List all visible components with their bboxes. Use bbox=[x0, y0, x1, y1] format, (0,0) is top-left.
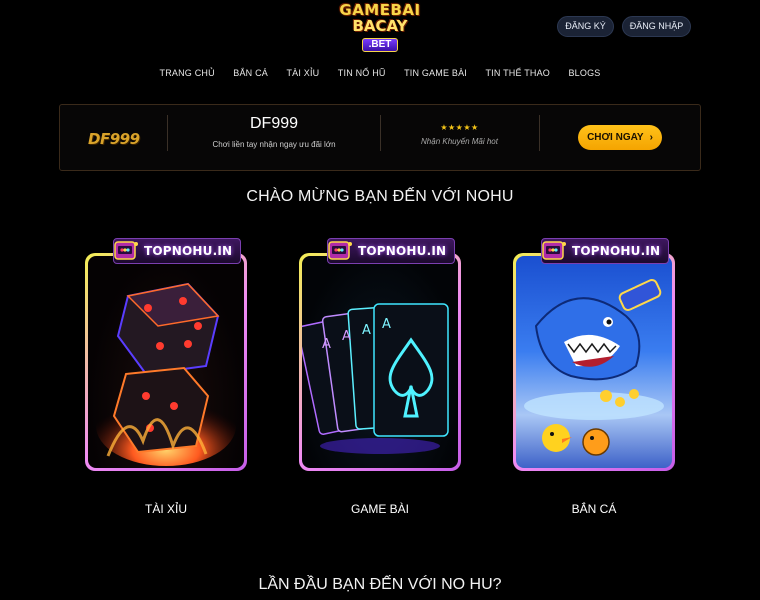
banner-promo: Nhận Khuyến Mãi hot bbox=[421, 137, 498, 146]
card-image: A A A A bbox=[302, 256, 458, 468]
logo-line-2: BACAY bbox=[352, 17, 408, 35]
svg-text:A: A bbox=[362, 323, 371, 338]
nav-item-tin-no-hu[interactable]: TIN NỔ HŨ bbox=[338, 66, 386, 80]
banner-divider bbox=[380, 115, 381, 151]
play-now-button[interactable]: CHƠI NGAY › bbox=[578, 125, 662, 150]
banner-brand-text: DF999 bbox=[88, 130, 140, 148]
card-frame: A A A A bbox=[299, 253, 461, 471]
chevron-right-icon: › bbox=[649, 132, 653, 143]
card-label[interactable]: TÀI XỈU bbox=[85, 502, 247, 516]
svg-text:A: A bbox=[342, 329, 351, 344]
card-tag-text: TOPNOHU.IN bbox=[572, 244, 661, 258]
site-logo[interactable]: GAMEBAI BACAY .BET bbox=[338, 2, 422, 54]
section-title: LẦN ĐẦU BẠN ĐẾN VỚI NO HU? bbox=[258, 576, 502, 593]
rating-stars-icon: ★★★★★ bbox=[440, 123, 479, 132]
banner-description: Chơi liền tay nhận ngay ưu đãi lớn bbox=[212, 140, 336, 149]
slot-machine-icon bbox=[114, 241, 138, 260]
svg-text:A: A bbox=[322, 337, 331, 352]
slot-machine-icon bbox=[542, 241, 566, 260]
nav-item-blogs[interactable]: BLOGS bbox=[568, 66, 600, 80]
banner-brand-logo: DF999 bbox=[88, 129, 142, 149]
card-frame bbox=[513, 253, 675, 471]
playing-cards-icon: A A A A bbox=[302, 303, 449, 454]
card-tag-text: TOPNOHU.IN bbox=[358, 244, 447, 258]
card-tag: TOPNOHU.IN bbox=[541, 238, 670, 264]
welcome-title: CHÀO MỪNG BẠN ĐẾN VỚI NOHU bbox=[246, 188, 514, 205]
dice-icon bbox=[96, 282, 236, 466]
game-card-ban-ca[interactable]: TOPNOHU.IN BẮN CÁ bbox=[513, 236, 675, 516]
game-card-tai-xiu[interactable]: TOPNOHU.IN TÀI XỈU bbox=[85, 236, 247, 516]
card-label[interactable]: BẮN CÁ bbox=[513, 502, 675, 516]
card-tag: TOPNOHU.IN bbox=[113, 238, 242, 264]
card-tag-text: TOPNOHU.IN bbox=[144, 244, 233, 258]
slot-machine-icon bbox=[328, 241, 352, 260]
register-button[interactable]: ĐĂNG KÝ bbox=[557, 16, 614, 37]
play-now-label: CHƠI NGAY bbox=[587, 132, 644, 143]
card-label[interactable]: GAME BÀI bbox=[299, 502, 461, 516]
card-frame bbox=[85, 253, 247, 471]
logo-line-3: .BET bbox=[361, 38, 399, 52]
nav-item-tin-game-bai[interactable]: TIN GAME BÀI bbox=[404, 66, 467, 80]
nav-item-tai-xiu[interactable]: TÀI XỈU bbox=[286, 66, 319, 80]
shark-icon bbox=[524, 279, 664, 456]
nav-item-tin-the-thao[interactable]: TIN THỂ THAO bbox=[485, 66, 550, 80]
login-button[interactable]: ĐĂNG NHẬP bbox=[622, 16, 691, 37]
card-image bbox=[516, 256, 672, 468]
banner-name: DF999 bbox=[249, 115, 299, 132]
banner-divider bbox=[539, 115, 540, 151]
main-nav: TRANG CHỦ BẮN CÁ TÀI XỈU TIN NỔ HŨ TIN G… bbox=[0, 63, 760, 80]
nav-item-trang-chu[interactable]: TRANG CHỦ bbox=[160, 66, 215, 80]
svg-text:A: A bbox=[382, 317, 391, 332]
promo-banner: DF999 DF999 Chơi liền tay nhận ngay ưu đ… bbox=[59, 104, 701, 171]
nav-item-ban-ca[interactable]: BẮN CÁ bbox=[233, 66, 268, 80]
game-card-game-bai[interactable]: TOPNOHU.IN A A A A GAME BÀI bbox=[299, 236, 461, 516]
card-image bbox=[88, 256, 244, 468]
site-header: GAMEBAI BACAY .BET ĐĂNG KÝ ĐĂNG NHẬP TRA… bbox=[0, 0, 760, 100]
logo-line-1: GAMEBAI bbox=[339, 1, 421, 19]
card-tag: TOPNOHU.IN bbox=[327, 238, 456, 264]
